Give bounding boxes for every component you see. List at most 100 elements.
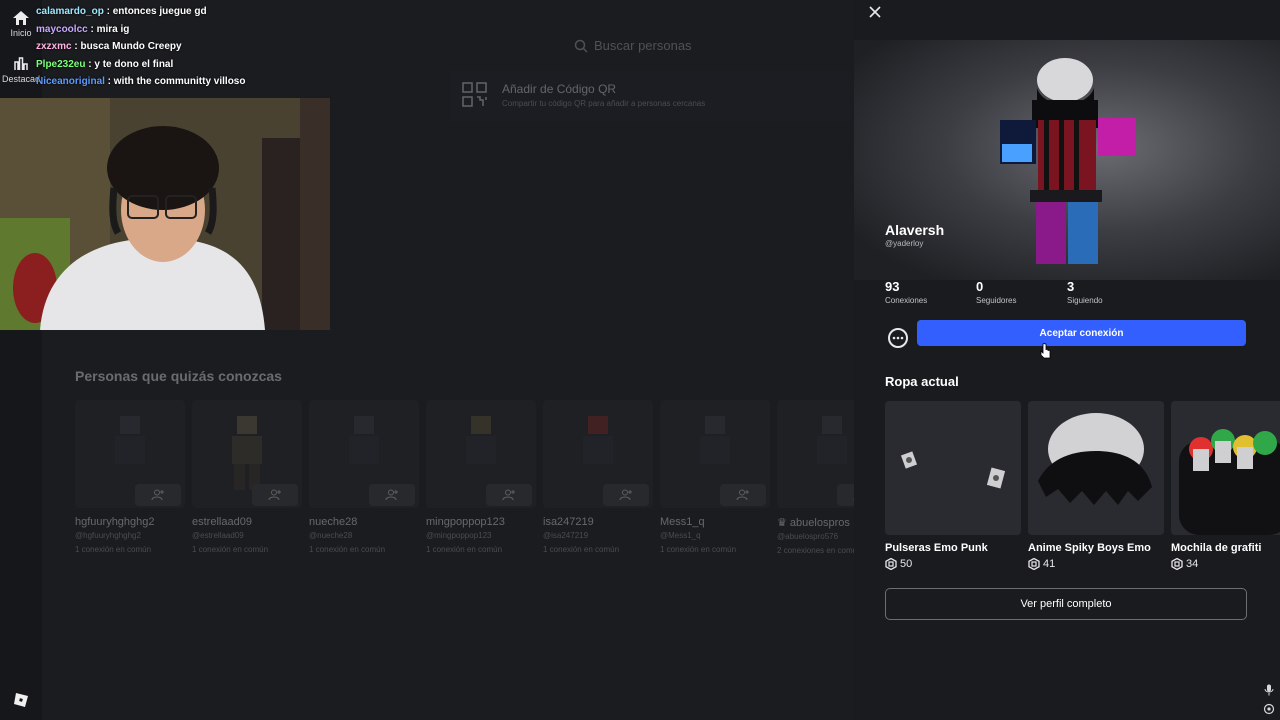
stat-followers[interactable]: 0 Seguidores xyxy=(976,279,1016,305)
item-price-value: 34 xyxy=(1186,558,1199,570)
robux-icon xyxy=(885,558,897,570)
add-friend-button[interactable] xyxy=(486,484,532,506)
robux-icon xyxy=(1171,558,1183,570)
person-card[interactable]: isa247219 @isa247219 1 conexión en común xyxy=(543,400,653,554)
chat-text: entonces juegue gd xyxy=(112,6,207,17)
person-card[interactable]: hgfuuryhghghg2 @hgfuuryhghghg2 1 conexió… xyxy=(75,400,185,554)
microphone-icon[interactable] xyxy=(1264,683,1274,701)
qr-card-title: Añadir de Código QR xyxy=(502,82,617,96)
person-mutual: 1 conexión en común xyxy=(426,545,503,554)
settings-icon[interactable] xyxy=(1263,702,1275,720)
person-avatar xyxy=(192,400,302,508)
people-you-may-know-heading: Personas que quizás conozcas xyxy=(75,368,282,384)
chat-text: with the communitty villoso xyxy=(113,76,246,87)
chat-text: mira ig xyxy=(96,23,130,35)
person-mutual: 1 conexión en común xyxy=(309,545,386,554)
add-friend-button[interactable] xyxy=(837,484,855,506)
qr-code-icon xyxy=(462,82,488,113)
item-price-value: 50 xyxy=(900,558,913,570)
roblox-logo-icon[interactable] xyxy=(13,692,29,713)
person-mutual: 1 conexión en común xyxy=(660,545,737,554)
person-avatar xyxy=(543,400,653,508)
person-avatar xyxy=(426,400,536,508)
person-name: hgfuuryhghghg2 xyxy=(75,516,155,528)
chat-message: Niceanoriginal : with the communitty vil… xyxy=(36,76,246,87)
people-suggestions-row: hgfuuryhghghg2 @hgfuuryhghghg2 1 conexió… xyxy=(75,400,855,570)
person-mutual: 2 conexiones en común xyxy=(777,546,855,555)
person-name: Mess1_q xyxy=(660,516,705,528)
chat-message: zxzxmc : busca Mundo Creepy xyxy=(36,41,182,52)
chart-icon xyxy=(14,57,28,70)
view-full-profile-button[interactable]: Ver perfil completo xyxy=(885,588,1247,620)
person-name: nueche28 xyxy=(309,516,358,528)
person-card[interactable]: Mess1_q @Mess1_q 1 conexión en común xyxy=(660,400,770,554)
person-name: isa247219 xyxy=(543,516,594,528)
person-name: mingpoppop123 xyxy=(426,516,505,528)
close-button[interactable] xyxy=(868,5,882,24)
search-people-input[interactable]: Buscar personas xyxy=(574,38,692,53)
chat-text: y te dono el final xyxy=(94,58,174,70)
sidebar-item-label: Destacad xyxy=(1,74,41,84)
add-friend-button[interactable] xyxy=(252,484,298,506)
qr-card-subtitle: Compartir tu código QR para añadir a per… xyxy=(502,99,706,108)
outfit-item[interactable]: Anime Spiky Boys Emo 41 xyxy=(1028,401,1164,570)
mouse-cursor-icon xyxy=(1040,343,1052,364)
stat-label: Conexiones xyxy=(885,296,928,305)
person-mutual: 1 conexión en común xyxy=(192,545,269,554)
stat-connections[interactable]: 93 Conexiones xyxy=(885,279,927,305)
add-qr-code-card[interactable]: Añadir de Código QR Compartir tu código … xyxy=(450,70,850,122)
chat-message: Plpe232eu : y te dono el final xyxy=(36,58,174,70)
person-username: @mingpoppop123 xyxy=(426,531,492,540)
item-price: 34 xyxy=(1171,558,1280,570)
stat-value: 0 xyxy=(976,279,984,294)
item-name: Mochila de grafiti xyxy=(1171,542,1262,554)
chat-message: calamardo_op : entonces juegue gd xyxy=(36,6,207,17)
stat-following[interactable]: 3 Siguiendo xyxy=(1067,279,1103,305)
person-avatar xyxy=(660,400,770,508)
item-thumbnail xyxy=(1171,401,1280,535)
person-username: @abuelospro576 xyxy=(777,532,839,541)
person-mutual: 1 conexión en común xyxy=(75,545,152,554)
chat-username: Plpe232eu xyxy=(36,58,86,70)
profile-username: @yaderloy xyxy=(885,239,924,248)
outfit-item[interactable]: Pulseras Emo Punk 50 xyxy=(885,401,1021,570)
person-name: estrellaad09 xyxy=(192,516,252,528)
stat-label: Siguiendo xyxy=(1067,296,1103,305)
person-username: @Mess1_q xyxy=(660,531,701,540)
person-username: @nueche28 xyxy=(309,531,353,540)
person-avatar xyxy=(75,400,185,508)
outfit-item[interactable]: Mochila de grafiti 34 xyxy=(1171,401,1280,570)
item-price: 50 xyxy=(885,558,1021,570)
profile-panel: Alaversh @yaderloy 93 Conexiones 0 Segui… xyxy=(854,0,1280,720)
chat-username: calamardo_op xyxy=(36,6,104,17)
add-person-icon xyxy=(736,489,749,501)
streamer-webcam xyxy=(0,98,330,330)
item-thumbnail xyxy=(1028,401,1164,535)
stream-chat-overlay: calamardo_op : entonces juegue gd maycoo… xyxy=(36,4,336,92)
stat-value: 93 xyxy=(885,279,900,294)
add-person-icon xyxy=(619,489,632,501)
add-friend-button[interactable] xyxy=(369,484,415,506)
person-avatar xyxy=(309,400,419,508)
stat-label: Seguidores xyxy=(976,296,1017,305)
chat-text: busca Mundo Creepy xyxy=(80,41,182,52)
person-name: ♛ abuelospros xyxy=(777,517,850,529)
add-friend-button[interactable] xyxy=(720,484,766,506)
person-card[interactable]: ♛ abuelospros @abuelospro576 2 conexione… xyxy=(777,400,855,555)
accept-connection-button[interactable]: Aceptar conexión xyxy=(917,320,1246,346)
item-price: 41 xyxy=(1028,558,1164,570)
person-card[interactable]: mingpoppop123 @mingpoppop123 1 conexión … xyxy=(426,400,536,554)
sidebar-item-label: Inicio xyxy=(10,28,32,38)
more-dots-icon xyxy=(892,336,904,340)
person-avatar xyxy=(777,400,855,508)
add-friend-button[interactable] xyxy=(135,484,181,506)
item-thumbnail xyxy=(885,401,1021,535)
search-icon xyxy=(574,39,588,53)
more-options-button[interactable] xyxy=(888,328,908,348)
chat-username: Niceanoriginal xyxy=(36,76,105,87)
person-card[interactable]: estrellaad09 @estrellaad09 1 conexión en… xyxy=(192,400,302,554)
add-friend-button[interactable] xyxy=(603,484,649,506)
item-price-value: 41 xyxy=(1043,558,1056,570)
person-card[interactable]: nueche28 @nueche28 1 conexión en común xyxy=(309,400,419,554)
stat-value: 3 xyxy=(1067,279,1075,294)
